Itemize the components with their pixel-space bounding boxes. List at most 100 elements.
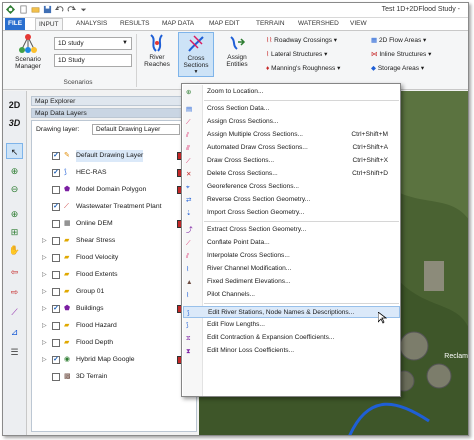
- expand-arrow-icon[interactable]: ▷: [42, 303, 47, 315]
- previous-view-icon[interactable]: ⇦: [6, 264, 23, 280]
- tab-file[interactable]: FILE: [5, 18, 26, 30]
- layer-row[interactable]: ▩ 3D Terrain: [36, 371, 174, 383]
- select-pointer-icon[interactable]: ↖: [6, 143, 23, 159]
- tab-results[interactable]: RESULTS: [117, 18, 153, 30]
- view-3d-button[interactable]: 3D: [6, 115, 23, 131]
- tab-map-edit[interactable]: MAP EDIT: [206, 18, 243, 30]
- menu-item-edit-flow-lengths[interactable]: ⟆ Edit Flow Lengths...: [183, 319, 400, 331]
- menu-item-import-geometry[interactable]: ⇣ Import Cross Section Geometry...: [183, 207, 400, 219]
- menu-item-zoom-to-location[interactable]: ⊕ Zoom to Location...: [183, 86, 400, 98]
- tab-terrain[interactable]: TERRAIN: [253, 18, 288, 30]
- flow-areas-2d-button[interactable]: ▦ 2D Flow Areas ▾: [371, 35, 426, 46]
- expand-arrow-icon[interactable]: ▷: [42, 320, 47, 332]
- next-view-icon[interactable]: ⇨: [6, 284, 23, 300]
- menu-item-assign-multiple[interactable]: ⫽ Assign Multiple Cross Sections... Ctrl…: [183, 129, 400, 141]
- layer-checkbox[interactable]: ✓: [52, 152, 60, 160]
- measure-icon[interactable]: ⊿: [6, 324, 23, 340]
- inline-structures-button[interactable]: ⋈ Inline Structures ▾: [371, 49, 431, 60]
- qat-dropdown-icon[interactable]: [79, 5, 88, 14]
- layer-checkbox[interactable]: [52, 322, 60, 330]
- layer-row[interactable]: ▷ ▰ Flood Velocity: [36, 252, 174, 264]
- cross-section-icon: [188, 35, 204, 52]
- layer-checkbox[interactable]: [52, 288, 60, 296]
- layer-name: Flood Extents: [76, 271, 118, 278]
- zoom-in-icon[interactable]: ⊕: [6, 163, 23, 179]
- menu-item-interpolate[interactable]: ⫽ Interpolate Cross Sections...: [183, 250, 400, 262]
- menu-item-assign-cross-sections[interactable]: ⟋ Assign Cross Sections...: [183, 116, 400, 128]
- menu-item-automated-draw[interactable]: ⫻ Automated Draw Cross Sections... Ctrl+…: [183, 142, 400, 154]
- menu-item-conflate-point-data[interactable]: ⟋ Conflate Point Data...: [183, 237, 400, 249]
- zoom-window-icon[interactable]: ⊞: [6, 224, 23, 240]
- expand-arrow-icon[interactable]: ▷: [42, 286, 47, 298]
- layer-row[interactable]: ▷ ✓ ◉ Hybrid Map Google: [36, 354, 174, 366]
- layer-row[interactable]: ✓ ✎ Default Drawing Layer: [36, 150, 174, 162]
- open-folder-icon[interactable]: [31, 5, 40, 14]
- study-select[interactable]: 1D study ▼: [54, 37, 132, 50]
- layer-checkbox[interactable]: [52, 373, 60, 381]
- layer-row[interactable]: ▷ ▰ Flood Depth: [36, 337, 174, 349]
- layer-checkbox[interactable]: [52, 339, 60, 347]
- menu-item-extract-geometry[interactable]: ⤴ Extract Cross Section Geometry...: [183, 224, 400, 236]
- river-reaches-button[interactable]: River Reaches: [140, 33, 174, 68]
- save-icon[interactable]: [43, 5, 52, 14]
- cross-sections-button[interactable]: Cross Sections ▼: [178, 32, 214, 77]
- layer-checkbox[interactable]: [52, 220, 60, 228]
- storage-areas-button[interactable]: ◆ Storage Areas ▾: [371, 63, 424, 74]
- expand-arrow-icon[interactable]: ▷: [42, 235, 47, 247]
- assign-entities-button[interactable]: Assign Entities: [219, 33, 255, 68]
- menu-item-edit-river-stations[interactable]: ⟆ Edit River Stations, Node Names & Desc…: [183, 306, 400, 318]
- layer-row[interactable]: ⬟ Model Domain Polygon: [36, 184, 174, 196]
- menu-item-edit-minor-loss[interactable]: ⧗ Edit Minor Loss Coefficients...: [183, 345, 400, 357]
- properties-icon[interactable]: ☰: [6, 344, 23, 360]
- zoom-extents-icon[interactable]: ⊕: [6, 206, 23, 222]
- layer-checkbox[interactable]: [52, 254, 60, 262]
- expand-arrow-icon[interactable]: ▷: [42, 354, 47, 366]
- roadway-crossings-button[interactable]: ⌇⌇ Roadway Crossings ▾: [266, 35, 337, 46]
- view-2d-button[interactable]: 2D: [6, 97, 23, 113]
- zoom-out-icon[interactable]: ⊖: [6, 181, 23, 197]
- menu-item-cross-section-data[interactable]: ▤ Cross Section Data...: [183, 103, 400, 115]
- study-name-field[interactable]: 1D Study: [54, 54, 132, 67]
- mannings-roughness-button[interactable]: ♦ Manning's Roughness ▾: [266, 63, 340, 74]
- layer-row[interactable]: ▦ Online DEM: [36, 218, 174, 230]
- layer-checkbox[interactable]: [52, 271, 60, 279]
- expand-arrow-icon[interactable]: ▷: [42, 337, 47, 349]
- layer-checkbox[interactable]: ✓: [52, 305, 60, 313]
- menu-item-edit-contraction-expansion[interactable]: ⧖ Edit Contraction & Expansion Coefficie…: [183, 332, 400, 344]
- channel-modification-icon: ⌇: [186, 266, 190, 273]
- menu-item-delete[interactable]: ✕ Delete Cross Sections... Ctrl+Shift+D: [183, 168, 400, 180]
- lateral-structures-button[interactable]: ⌇ Lateral Structures ▾: [266, 49, 327, 60]
- undo-icon[interactable]: [55, 5, 64, 14]
- tab-analysis[interactable]: ANALYSIS: [73, 18, 110, 30]
- layer-row[interactable]: ▷ ▰ Flood Extents: [36, 269, 174, 281]
- layer-row[interactable]: ✓ ⟆ HEC-RAS: [36, 167, 174, 179]
- new-file-icon[interactable]: [19, 5, 28, 14]
- tab-watershed[interactable]: WATERSHED: [295, 18, 342, 30]
- menu-item-reverse-geometry[interactable]: ⇄ Reverse Cross Section Geometry...: [183, 194, 400, 206]
- menu-item-channel-modification[interactable]: ⌇ River Channel Modification...: [183, 263, 400, 275]
- menu-item-fixed-sediment[interactable]: ▲ Fixed Sediment Elevations...: [183, 276, 400, 288]
- layer-row[interactable]: ▷ ✓ ⬟ Buildings: [36, 303, 174, 315]
- layer-checkbox[interactable]: ✓: [52, 169, 60, 177]
- expand-arrow-icon[interactable]: ▷: [42, 269, 47, 281]
- map-place-label: Reclam: [444, 353, 468, 360]
- layer-checkbox[interactable]: ✓: [52, 356, 60, 364]
- tab-map-data[interactable]: MAP DATA: [159, 18, 197, 30]
- expand-arrow-icon[interactable]: ▷: [42, 252, 47, 264]
- pan-hand-icon[interactable]: ✋: [6, 242, 23, 258]
- redo-icon[interactable]: [67, 5, 76, 14]
- menu-item-draw[interactable]: ⟋ Draw Cross Sections... Ctrl+Shift+X: [183, 155, 400, 167]
- draw-line-icon[interactable]: ⟋: [6, 304, 23, 320]
- layer-row[interactable]: ▷ ▰ Group 01: [36, 286, 174, 298]
- drawing-layer-select[interactable]: Default Drawing Layer: [92, 124, 180, 135]
- menu-item-pilot-channels[interactable]: ⌇ Pilot Channels...: [183, 289, 400, 301]
- layer-row[interactable]: ▷ ▰ Shear Stress: [36, 235, 174, 247]
- layer-checkbox[interactable]: ✓: [52, 203, 60, 211]
- menu-item-georeference[interactable]: ⌖ Georeference Cross Sections...: [183, 181, 400, 193]
- tab-input[interactable]: INPUT: [35, 18, 63, 30]
- tab-view[interactable]: VIEW: [347, 18, 370, 30]
- layer-checkbox[interactable]: [52, 186, 60, 194]
- scenario-manager-button[interactable]: Scenario Manager: [7, 33, 49, 70]
- layer-checkbox[interactable]: [52, 237, 60, 245]
- layer-row[interactable]: ▷ ▰ Flood Hazard: [36, 320, 174, 332]
